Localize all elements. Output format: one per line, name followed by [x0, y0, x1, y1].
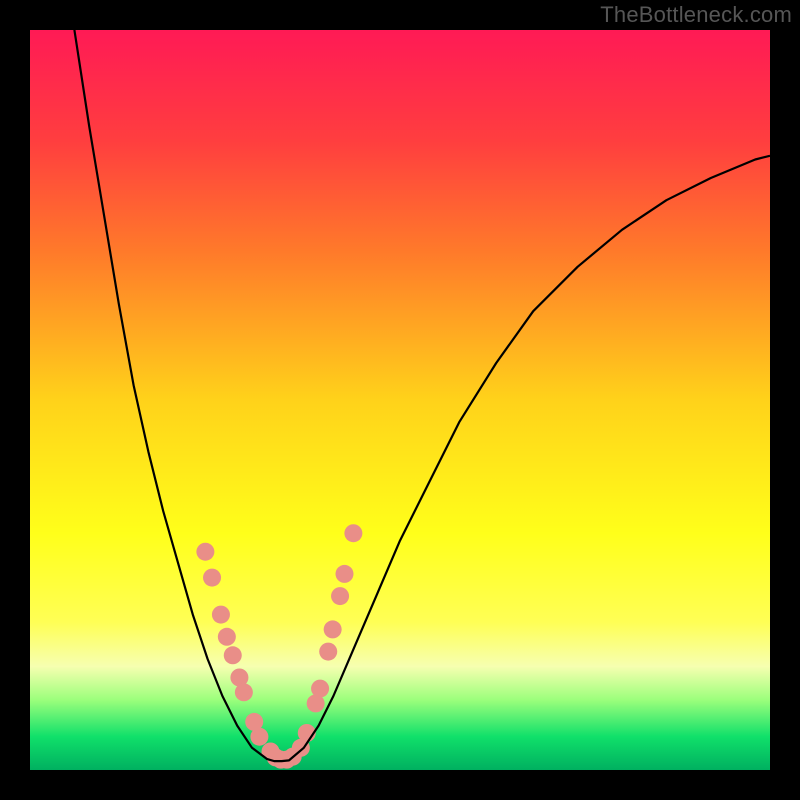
plot-area	[30, 30, 770, 770]
data-marker	[311, 680, 329, 698]
data-marker	[196, 543, 214, 561]
data-marker	[235, 683, 253, 701]
chart-frame: TheBottleneck.com	[0, 0, 800, 800]
data-marker	[344, 524, 362, 542]
data-marker	[336, 565, 354, 583]
data-marker	[203, 569, 221, 587]
gradient-background	[30, 30, 770, 770]
data-marker	[331, 587, 349, 605]
chart-svg	[30, 30, 770, 770]
data-marker	[250, 728, 268, 746]
data-marker	[324, 620, 342, 638]
data-marker	[319, 643, 337, 661]
data-marker	[212, 606, 230, 624]
data-marker	[218, 628, 236, 646]
data-marker	[224, 646, 242, 664]
watermark-text: TheBottleneck.com	[600, 2, 792, 28]
